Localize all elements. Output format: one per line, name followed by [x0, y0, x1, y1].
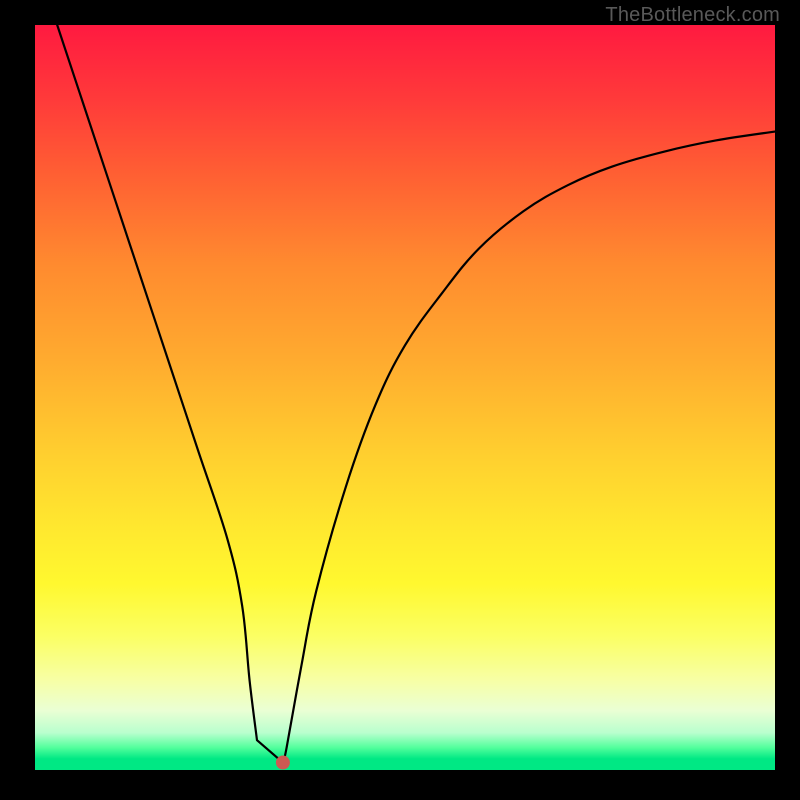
plot-area [35, 25, 775, 770]
bottleneck-curve [35, 25, 775, 770]
chart-container: TheBottleneck.com [0, 0, 800, 800]
optimal-point-marker [276, 756, 290, 770]
watermark-text: TheBottleneck.com [605, 4, 780, 27]
